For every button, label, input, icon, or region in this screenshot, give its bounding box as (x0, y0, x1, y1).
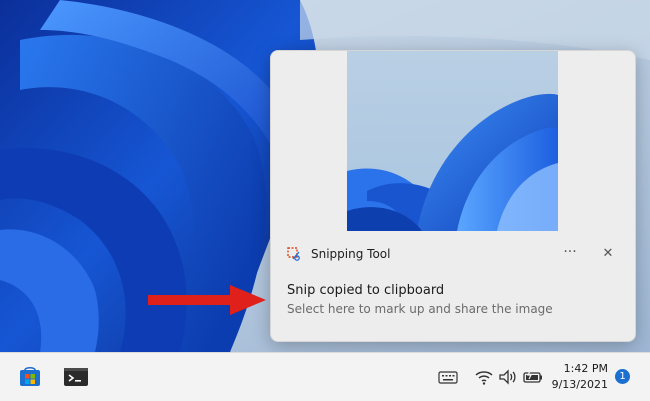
wifi-icon[interactable] (474, 367, 494, 387)
terminal-icon[interactable] (62, 363, 90, 391)
clock-time: 1:42 PM (563, 362, 608, 375)
keyboard-icon[interactable] (438, 367, 458, 387)
close-button[interactable]: ✕ (597, 243, 619, 265)
notification-body[interactable]: Select here to mark up and share the ima… (287, 302, 553, 316)
speaker-icon[interactable] (498, 367, 518, 387)
taskbar: 1:42 PM 9/13/2021 1 (0, 352, 650, 401)
snip-notification-toast[interactable]: Snipping Tool ··· ✕ Snip copied to clipb… (270, 50, 636, 342)
notification-header: Snipping Tool ··· ✕ (287, 243, 619, 265)
taskbar-clock[interactable]: 1:42 PM 9/13/2021 (550, 361, 608, 393)
app-name-label: Snipping Tool (311, 247, 391, 261)
notification-title[interactable]: Snip copied to clipboard (287, 283, 444, 298)
clock-date: 9/13/2021 (551, 378, 608, 391)
red-arrow-icon (148, 285, 266, 315)
snipping-tool-icon (287, 246, 302, 262)
store-icon[interactable] (16, 363, 44, 391)
more-options-button[interactable]: ··· (559, 243, 581, 265)
snip-preview-image[interactable] (347, 51, 558, 231)
battery-icon[interactable] (522, 367, 544, 387)
notification-count-badge[interactable]: 1 (615, 369, 630, 384)
preview-bloom-graphic (347, 93, 558, 231)
